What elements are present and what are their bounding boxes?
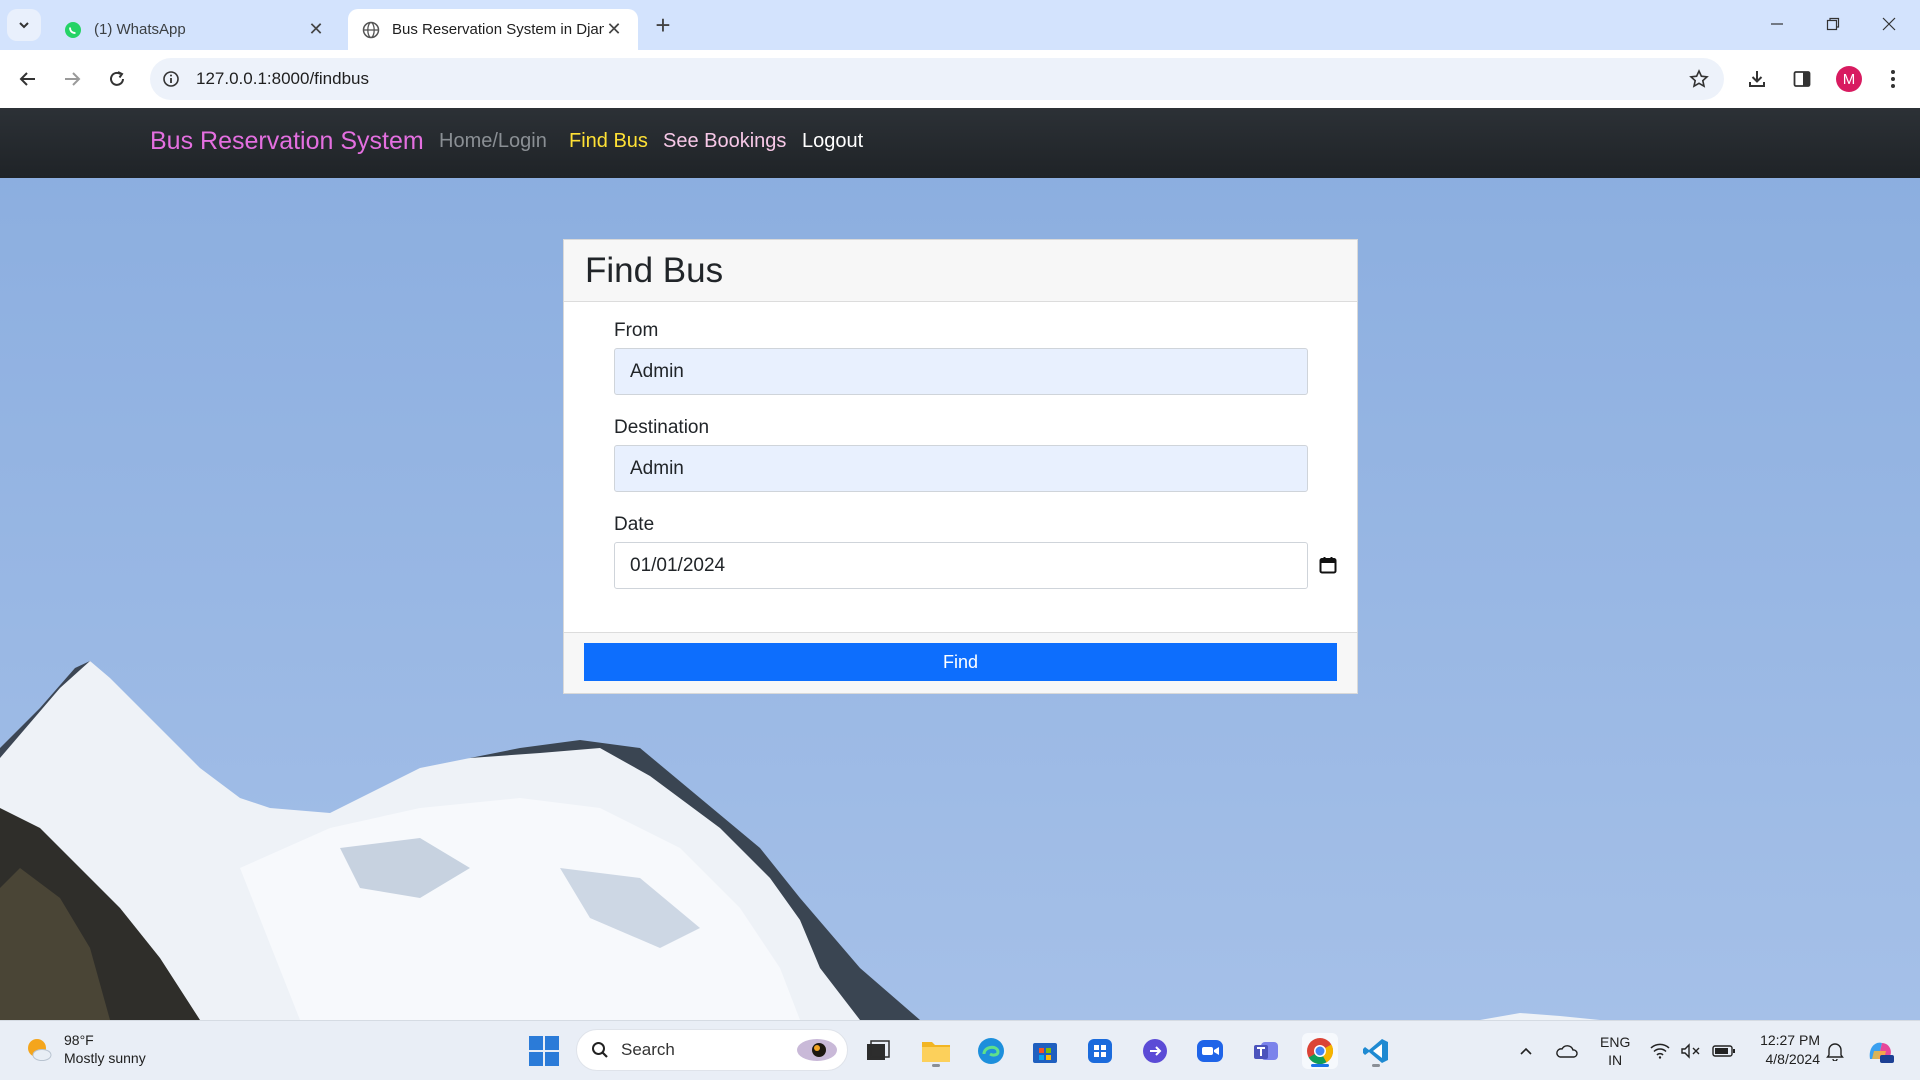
reload-icon[interactable] (101, 63, 133, 95)
onedrive-icon[interactable] (1554, 1021, 1578, 1080)
language-code: ENG (1600, 1034, 1631, 1050)
site-info-icon[interactable] (150, 58, 192, 100)
clock-date: 4/8/2024 (1765, 1051, 1821, 1067)
copilot-icon[interactable] (1864, 1021, 1896, 1080)
chevron-up-icon (1520, 1047, 1532, 1055)
region-code: IN (1608, 1052, 1623, 1068)
from-label: From (614, 320, 659, 341)
vscode-icon[interactable] (1358, 1033, 1394, 1069)
date-input[interactable]: 01/01/2024 (614, 542, 1337, 589)
site-navbar: Bus Reservation System Home/Login Find B… (0, 108, 1920, 178)
sun-cloud-icon (28, 1039, 52, 1061)
notification-bell-icon[interactable] (1826, 1021, 1844, 1080)
page-viewport: Bus Reservation System Home/Login Find B… (0, 108, 1920, 1020)
browser-toolbar: 127.0.0.1:8000/findbus (0, 50, 1920, 108)
clock-time: 12:27 PM (1760, 1032, 1820, 1048)
download-icon[interactable] (1744, 66, 1770, 92)
minimize-icon[interactable] (1754, 8, 1800, 40)
close-tab-icon[interactable]: ✕ (306, 19, 326, 40)
date-value: 01/01/2024 (630, 554, 726, 576)
close-tab-icon[interactable]: ✕ (604, 19, 624, 40)
chrome-icon[interactable] (1302, 1033, 1338, 1069)
tab-search-button[interactable] (7, 9, 41, 41)
close-window-icon[interactable] (1866, 8, 1912, 40)
restore-icon[interactable] (1810, 8, 1856, 40)
volume-muted-icon[interactable] (1680, 1021, 1702, 1080)
tab-title: (1) WhatsApp (94, 21, 186, 38)
back-icon[interactable] (12, 63, 44, 95)
nav-find-bus[interactable]: Find Bus (569, 130, 648, 153)
weather-description: Mostly sunny (64, 1050, 146, 1066)
system-clock[interactable]: 12:27 PM 4/8/2024 (1748, 1031, 1820, 1069)
card-footer: Find (564, 632, 1357, 693)
from-input[interactable] (614, 348, 1308, 395)
active-indicator (1311, 1064, 1329, 1067)
weather-widget[interactable]: 98°F Mostly sunny (24, 1031, 146, 1067)
site-brand-link[interactable]: Bus Reservation System (150, 127, 424, 156)
find-button[interactable]: Find (584, 643, 1337, 681)
chevron-down-icon (19, 22, 29, 29)
tab-bus-reservation[interactable]: Bus Reservation System in Djan ✕ (348, 9, 638, 50)
language-indicator[interactable]: ENG IN (1600, 1021, 1630, 1080)
weather-temperature: 98°F (64, 1032, 94, 1048)
task-view-icon[interactable] (860, 1033, 896, 1069)
running-indicator (932, 1064, 940, 1067)
side-panel-icon[interactable] (1789, 66, 1815, 92)
wifi-icon[interactable] (1650, 1021, 1670, 1080)
find-bus-card: Find Bus From Destination Date 01/01/202… (563, 239, 1358, 694)
page-title: Find Bus (585, 250, 724, 290)
search-highlight-icon (797, 1039, 837, 1061)
address-bar[interactable]: 127.0.0.1:8000/findbus (150, 58, 1724, 100)
destination-input[interactable] (614, 445, 1308, 492)
profile-avatar[interactable]: M (1836, 66, 1862, 92)
whatsapp-icon (64, 21, 82, 39)
more-menu-icon[interactable] (1880, 66, 1906, 92)
search-icon (591, 1041, 609, 1059)
new-tab-icon[interactable]: + (650, 10, 676, 40)
calendar-icon[interactable] (1318, 555, 1338, 575)
tab-whatsapp[interactable]: (1) WhatsApp ✕ (50, 9, 340, 50)
nav-see-bookings[interactable]: See Bookings (663, 130, 786, 153)
microsoft-store-icon[interactable] (1027, 1033, 1063, 1069)
tab-title: Bus Reservation System in Djan (392, 21, 604, 38)
power-automate-icon[interactable] (1137, 1033, 1173, 1069)
file-explorer-icon[interactable] (918, 1033, 954, 1069)
show-hidden-icons[interactable] (1518, 1021, 1534, 1080)
battery-icon[interactable] (1712, 1021, 1736, 1080)
nav-home-login[interactable]: Home/Login (439, 130, 547, 153)
date-label: Date (614, 514, 655, 535)
edge-browser-icon[interactable] (973, 1033, 1009, 1069)
taskbar-search-box[interactable]: Search (576, 1029, 848, 1071)
url-text: 127.0.0.1:8000/findbus (196, 69, 369, 88)
forward-icon[interactable] (56, 63, 88, 95)
bookmark-star-icon[interactable] (1688, 68, 1710, 90)
destination-label: Destination (614, 417, 710, 438)
windows-start-icon[interactable] (528, 1035, 560, 1067)
zoom-icon[interactable] (1192, 1033, 1228, 1069)
running-indicator (1372, 1064, 1380, 1067)
windows-taskbar: 98°F Mostly sunny Search ENG IN 12:27 PM… (0, 1020, 1920, 1080)
widget-app-icon[interactable] (1082, 1033, 1118, 1069)
card-header: Find Bus (564, 240, 1357, 302)
globe-icon (362, 21, 380, 39)
search-placeholder: Search (621, 1040, 675, 1059)
teams-icon[interactable] (1248, 1033, 1284, 1069)
browser-tab-bar: (1) WhatsApp ✕ Bus Reservation System in… (0, 0, 1920, 50)
nav-logout[interactable]: Logout (802, 130, 863, 153)
